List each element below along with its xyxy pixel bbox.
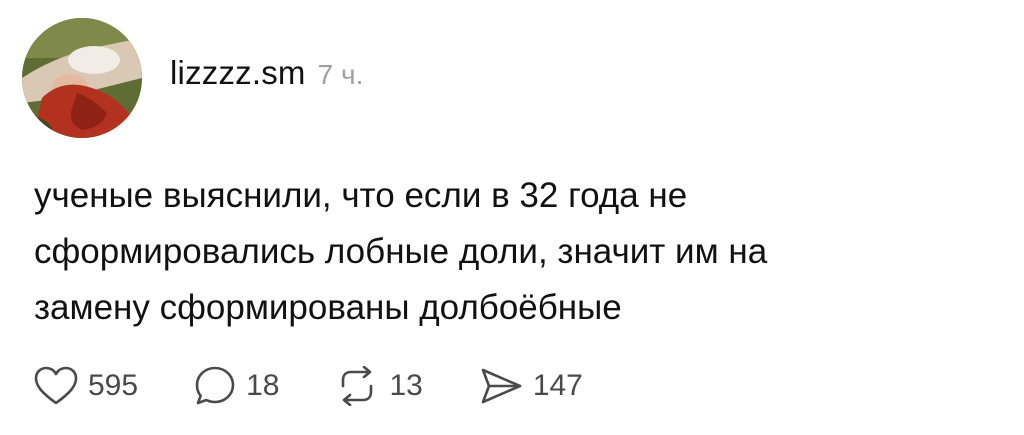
- repost-button[interactable]: 13: [335, 366, 423, 406]
- repost-icon: [342, 366, 373, 406]
- post-text-line: сформировались лобные доли, значит им на: [34, 232, 768, 271]
- like-count: 595: [88, 369, 139, 402]
- comment-icon: [195, 366, 235, 405]
- post-actions: 595 18 13 147: [34, 360, 639, 412]
- post-text: ученые выяснили, что если в 32 года не с…: [34, 168, 994, 336]
- timestamp: 7 ч.: [317, 59, 364, 90]
- post-text-line: замену сформированы долбоёбные: [34, 288, 622, 327]
- avatar[interactable]: [22, 18, 142, 138]
- comment-count: 18: [246, 369, 280, 402]
- like-button[interactable]: 595: [34, 366, 138, 406]
- post-header: lizzzz.sm 7 ч.: [170, 54, 363, 98]
- repost-count: 13: [389, 369, 423, 402]
- avatar-image: [22, 18, 142, 138]
- send-icon: [481, 368, 522, 404]
- post-card: lizzzz.sm 7 ч. ученые выяснили, что если…: [0, 0, 1024, 435]
- share-button[interactable]: 147: [479, 366, 583, 406]
- comment-button[interactable]: 18: [194, 365, 279, 407]
- heart-icon: [34, 366, 78, 405]
- post-text-line: ученые выяснили, что если в 32 года не: [34, 176, 688, 215]
- username[interactable]: lizzzz.sm: [170, 54, 306, 92]
- share-count: 147: [532, 369, 583, 402]
